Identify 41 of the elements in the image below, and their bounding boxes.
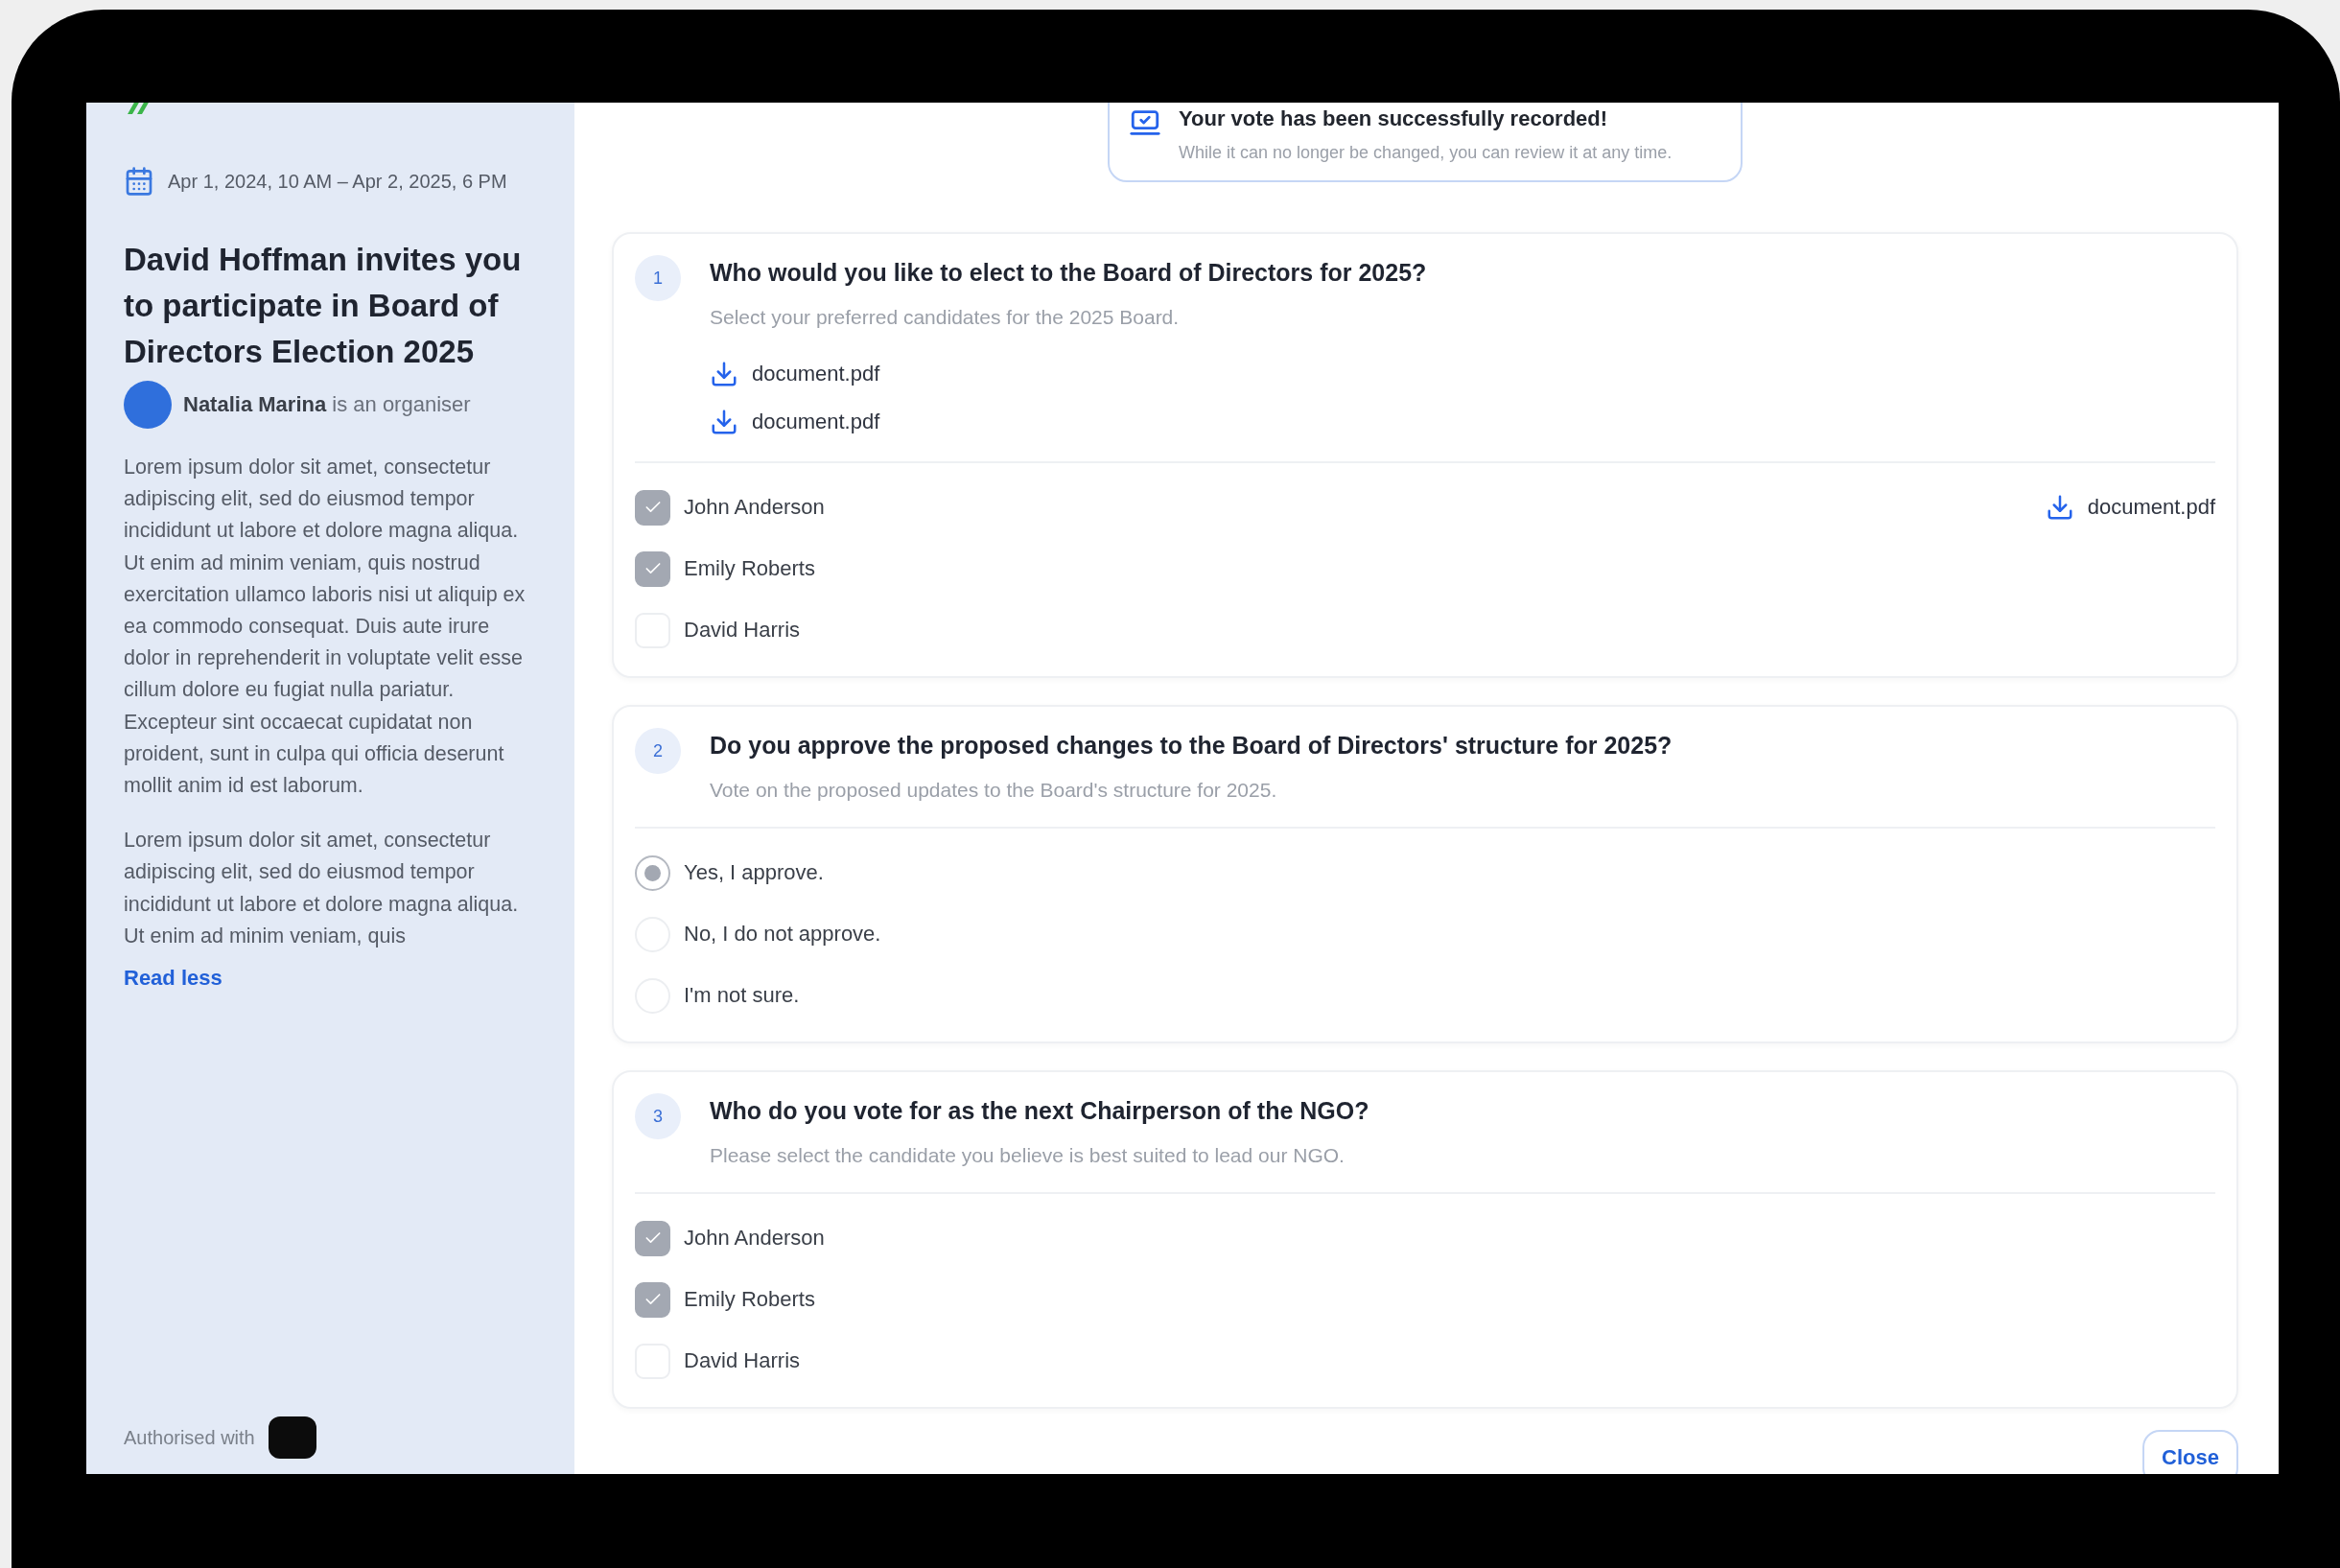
option-label: David Harris [684,618,801,643]
document-link[interactable]: document.pdf [710,408,1427,436]
question-number: 2 [635,728,681,774]
option-label: Emily Roberts [684,556,815,581]
description-paragraph: Lorem ipsum dolor sit amet, consectetur adipiscing elit, sed do eiusmod tempor incididunt ut labore et dolore magna aliqua. Ut enim ad minim veniam, quis nostrud exercitation ullamco laboris nisi ut aliquip ex ea commodo consequat. Duis aute irure dolor in reprehenderit in voluptate velit esse cillum dolore eu fugiat nulla pariatur. Excepteur sint occaecat cupidatat non proident, sunt in culpa qui officia deserunt mollit anim id est laborum. [124,455,526,800]
option-label: Emily Roberts [684,1287,815,1312]
authorised-text: Authorised with [124,1426,255,1449]
calendar-icon [124,166,154,197]
question-number: 1 [635,255,681,301]
checkbox[interactable] [635,1220,670,1256]
option-label: John Anderson [684,1226,825,1251]
question-subtitle: Select your preferred candidates for the 2025 Board. [710,306,1181,329]
question-title: Do you approve the proposed changes to the Board of Directors' structure for 2025? [710,732,1673,760]
option-label: David Harris [684,1348,801,1373]
close-button[interactable]: Close [2142,1430,2238,1474]
question-subtitle: Vote on the proposed updates to the Board's structure for 2025. [710,779,1278,802]
election-title: David Hoffman invites you to participate in Board of Directors Election 2025 [124,241,523,371]
radio-button[interactable] [635,854,670,891]
description-paragraph: Lorem ipsum dolor sit amet, consectetur adipiscing elit, sed do eiusmod tempor incididunt ut labore et dolore magna aliqua. Ut enim ad minim veniam, quis [124,828,520,949]
banner-message: While it can no longer be changed, you can review it at any time. [1179,143,1673,163]
document-link[interactable]: document.pdf [2045,493,2215,522]
read-less-link[interactable]: Read less [124,966,530,992]
banner-title: Your vote has been successfully recorded! [1179,106,1609,131]
checkbox[interactable] [635,1281,670,1318]
download-icon [710,360,738,388]
question-number: 3 [635,1093,681,1139]
avatar [124,381,172,429]
option-label: Yes, I approve. [684,860,824,885]
logo-icon [268,1416,316,1459]
document-link[interactable]: document.pdf [710,360,1427,388]
organiser-text: Natalia Marina is an organiser [183,392,471,417]
question-title: Who do you vote for as the next Chairperson of the NGO? [710,1097,1369,1125]
option-label: I'm not sure. [684,983,800,1008]
date-range: Apr 1, 2024, 10 AM – Apr 2, 2025, 6 PM [168,170,507,193]
option-label: John Anderson [684,495,825,520]
checkbox[interactable] [635,489,670,526]
checkbox[interactable] [635,550,670,587]
question-title: Who would you like to elect to the Board of Directors for 2025? [710,259,1427,287]
download-icon [710,408,738,436]
question-subtitle: Please select the candidate you believe is best suited to lead our NGO. [710,1144,1346,1167]
option-label: No, I do not approve. [684,922,881,947]
